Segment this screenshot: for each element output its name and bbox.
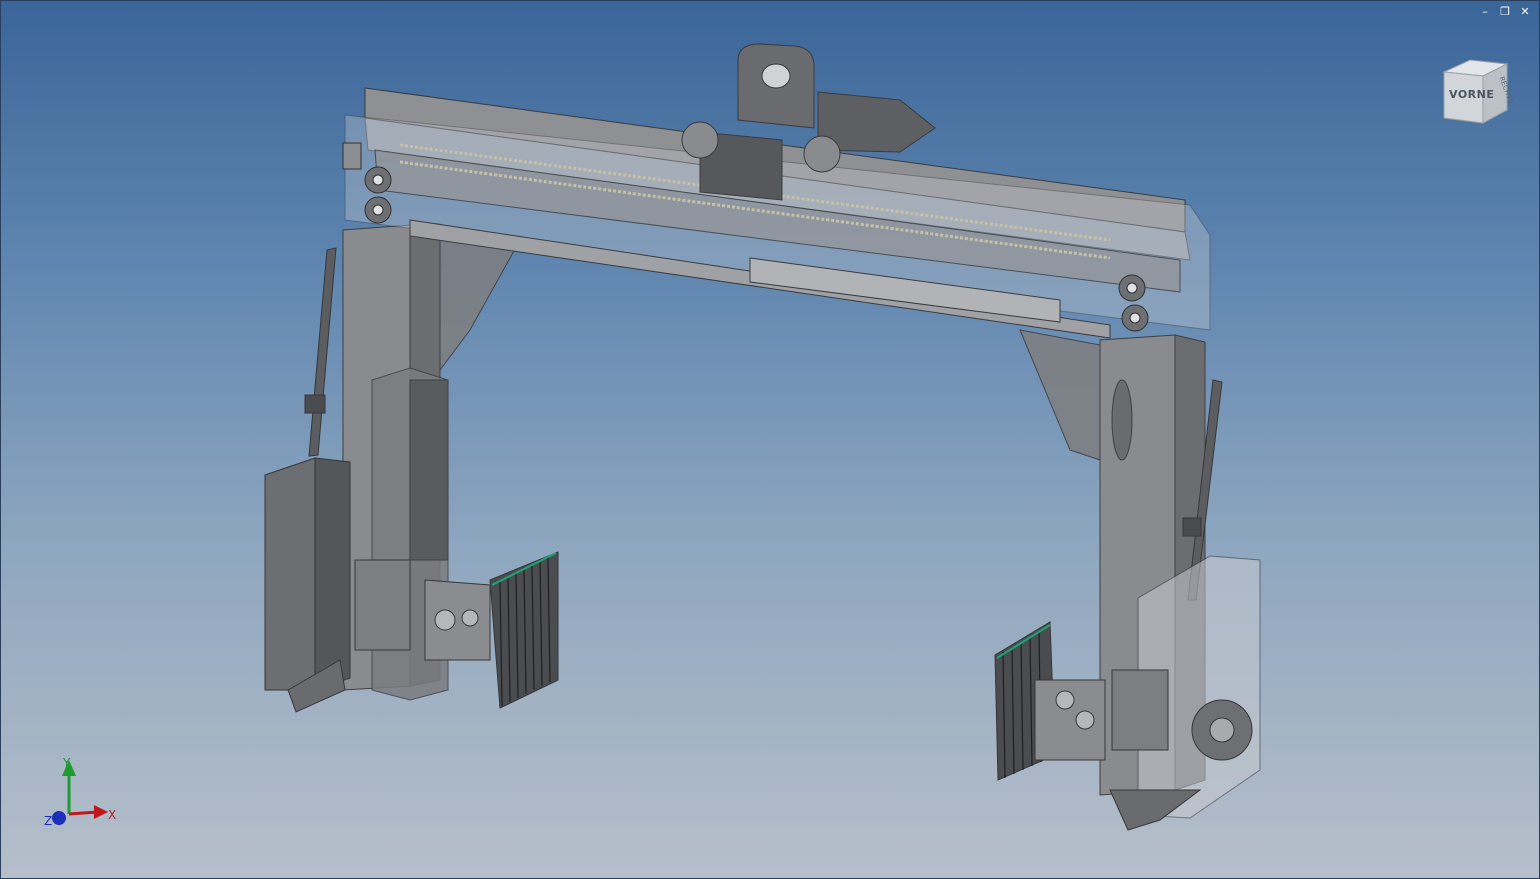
restore-button[interactable]: ❐ bbox=[1498, 6, 1512, 18]
triad-graphic bbox=[52, 760, 108, 825]
viewcube-front-label[interactable]: VORNE bbox=[1449, 88, 1494, 101]
coordinate-triad: Y X Z bbox=[40, 752, 130, 832]
3d-model-viewport[interactable] bbox=[0, 0, 1540, 879]
minimize-button[interactable]: – bbox=[1478, 6, 1492, 18]
y-axis-label: Y bbox=[63, 756, 71, 770]
window-controls: – ❐ ✕ bbox=[1478, 6, 1532, 18]
close-button[interactable]: ✕ bbox=[1518, 6, 1532, 18]
x-axis-label: X bbox=[108, 808, 117, 822]
z-axis-label: Z bbox=[44, 814, 53, 828]
